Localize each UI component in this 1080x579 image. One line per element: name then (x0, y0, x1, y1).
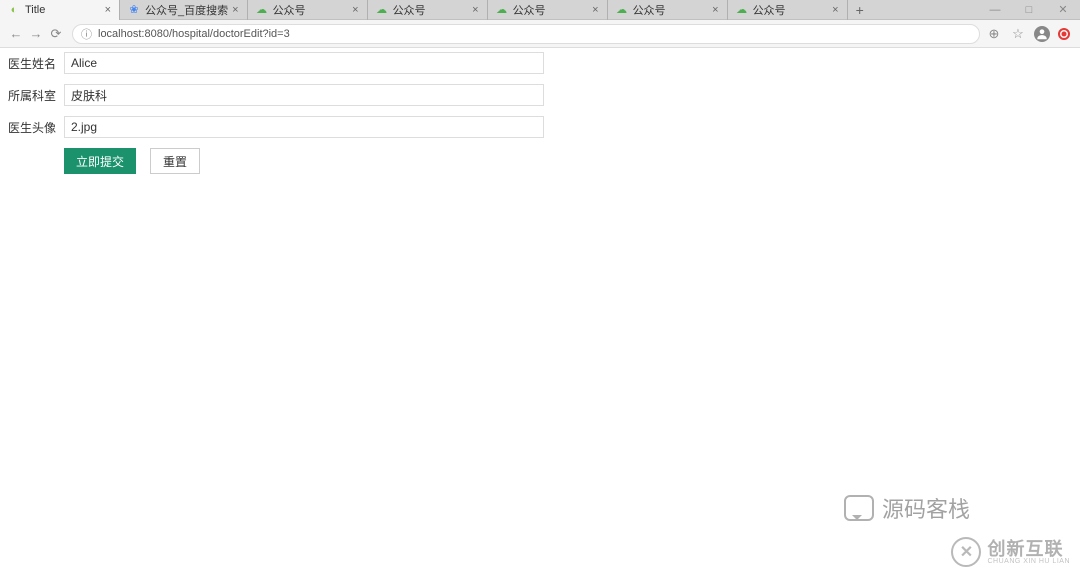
bookmark-icon[interactable]: ☆ (1010, 26, 1026, 42)
doctor-name-input[interactable] (64, 52, 544, 74)
browser-tab[interactable]: ☁ 公众号 × (368, 0, 488, 20)
extension-icon[interactable] (1058, 28, 1070, 40)
form-row-avatar: 医生头像 (8, 116, 1072, 138)
avatar-input[interactable] (64, 116, 544, 138)
tab-title: 公众号 (273, 2, 349, 18)
minimize-button[interactable]: — (978, 0, 1012, 20)
submit-button[interactable]: 立即提交 (64, 148, 136, 174)
form-row-name: 医生姓名 (8, 52, 1072, 74)
maximize-button[interactable]: □ (1012, 0, 1046, 20)
reset-button[interactable]: 重置 (150, 148, 200, 174)
form-actions: 立即提交 重置 (8, 148, 1072, 174)
browser-tab[interactable]: ☁ 公众号 × (248, 0, 368, 20)
close-icon[interactable]: × (232, 4, 238, 16)
profile-icon[interactable] (1034, 26, 1050, 42)
cloud-icon: ☁ (736, 4, 748, 16)
leaf-icon: ◐ (8, 4, 20, 16)
close-icon[interactable]: × (472, 4, 478, 16)
close-icon[interactable]: × (352, 4, 358, 16)
back-button[interactable]: ← (6, 24, 26, 44)
cloud-icon: ☁ (376, 4, 388, 16)
close-icon[interactable]: × (592, 4, 598, 16)
address-bar: ← → ⟳ ⓘ localhost:8080/hospital/doctorEd… (0, 20, 1080, 48)
tab-title: 公众号 (513, 2, 589, 18)
tab-title: 公众号 (393, 2, 469, 18)
tab-title: 公众号_百度搜索 (145, 2, 228, 18)
browser-tab[interactable]: ❀ 公众号_百度搜索 × (120, 0, 248, 20)
browser-tab[interactable]: ☁ 公众号 × (488, 0, 608, 20)
page-content: 医生姓名 所属科室 医生头像 立即提交 重置 (0, 48, 1080, 178)
window-controls: — □ ✕ (978, 0, 1080, 20)
browser-tab[interactable]: ☁ 公众号 × (728, 0, 848, 20)
cloud-icon: ☁ (496, 4, 508, 16)
url-text: localhost:8080/hospital/doctorEdit?id=3 (98, 28, 290, 40)
avatar-label: 医生头像 (8, 119, 64, 136)
browser-tab-strip: ◐ Title × ❀ 公众号_百度搜索 × ☁ 公众号 × ☁ 公众号 × ☁… (0, 0, 1080, 20)
department-input[interactable] (64, 84, 544, 106)
dept-label: 所属科室 (8, 87, 64, 104)
watermark-logo: ✕ 创新互联 CHUANG XIN HU LIAN (951, 537, 1070, 567)
form-row-dept: 所属科室 (8, 84, 1072, 106)
close-icon[interactable]: × (832, 4, 838, 16)
reload-button[interactable]: ⟳ (46, 24, 66, 44)
info-icon: ⓘ (81, 26, 92, 42)
logo-sub-text: CHUANG XIN HU LIAN (987, 558, 1070, 565)
logo-main-text: 创新互联 (987, 540, 1070, 558)
watermark-chat-text: 源码客栈 (882, 492, 970, 524)
tab-title: Title (25, 4, 101, 16)
browser-tab[interactable]: ◐ Title × (0, 0, 120, 20)
logo-text: 创新互联 CHUANG XIN HU LIAN (987, 540, 1070, 565)
name-label: 医生姓名 (8, 55, 64, 72)
toolbar-right: ⊕ ☆ (986, 26, 1074, 42)
watermark-chat: 源码客栈 (844, 492, 970, 524)
tab-title: 公众号 (753, 2, 829, 18)
speech-bubble-icon (844, 495, 874, 521)
close-window-button[interactable]: ✕ (1046, 0, 1080, 20)
baidu-icon: ❀ (128, 4, 140, 16)
new-tab-button[interactable]: + (848, 2, 872, 18)
cloud-icon: ☁ (616, 4, 628, 16)
close-icon[interactable]: × (712, 4, 718, 16)
tab-title: 公众号 (633, 2, 709, 18)
cloud-icon: ☁ (256, 4, 268, 16)
browser-tab[interactable]: ☁ 公众号 × (608, 0, 728, 20)
url-input[interactable]: ⓘ localhost:8080/hospital/doctorEdit?id=… (72, 24, 980, 44)
zoom-icon[interactable]: ⊕ (986, 26, 1002, 42)
forward-button[interactable]: → (26, 24, 46, 44)
logo-mark-icon: ✕ (951, 537, 981, 567)
close-icon[interactable]: × (105, 4, 111, 16)
